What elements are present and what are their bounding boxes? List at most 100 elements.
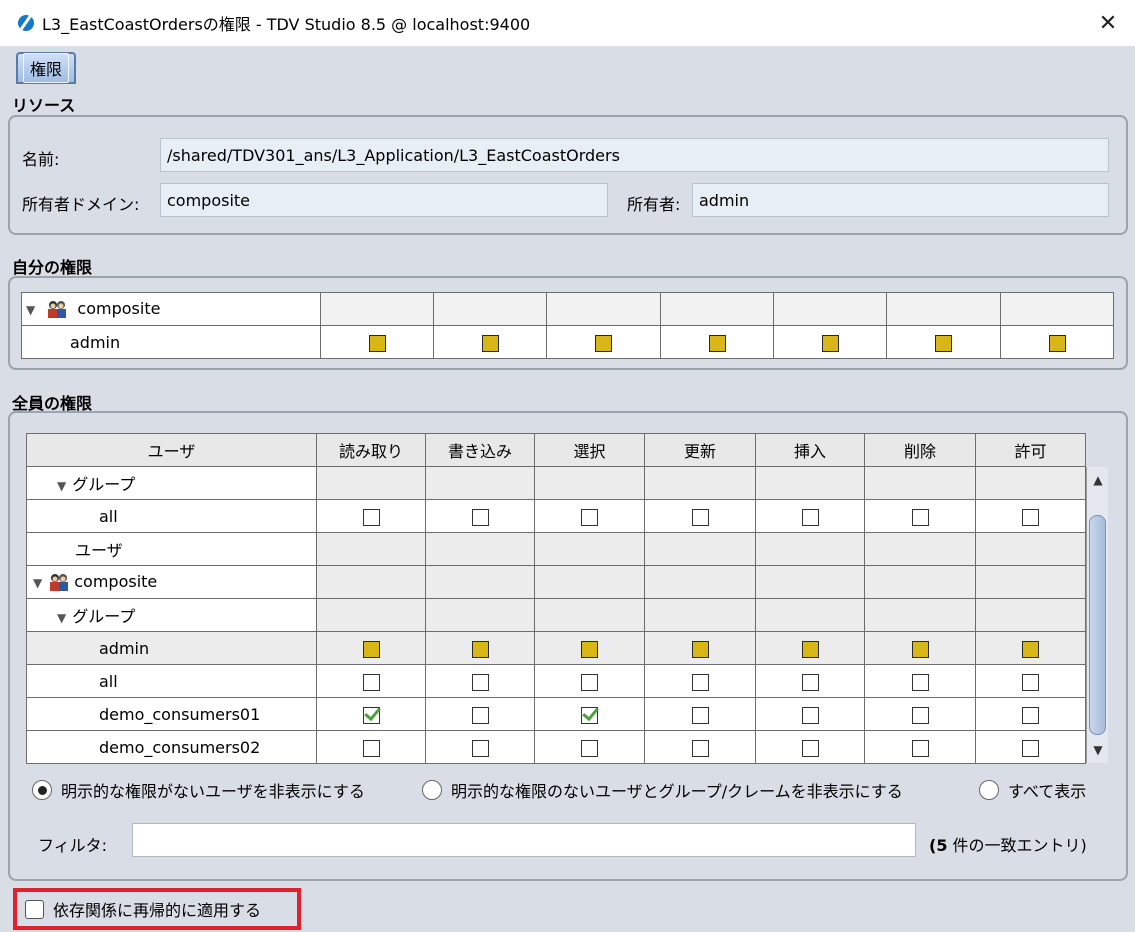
my-permissions-table: ▼ composite admin xyxy=(21,292,1114,359)
table-row[interactable]: demo_consumers01 xyxy=(26,697,1086,731)
permission-checkbox[interactable] xyxy=(691,673,709,691)
permission-checkbox[interactable] xyxy=(581,739,598,757)
permission-checkbox[interactable] xyxy=(471,508,489,526)
tree-node--[interactable]: ▼ グループ xyxy=(26,466,317,500)
tree-node-demo-consumers02[interactable]: demo_consumers02 xyxy=(26,730,317,764)
permission-checkbox[interactable] xyxy=(1022,640,1039,658)
expand-triangle-icon[interactable]: ▼ xyxy=(57,611,66,625)
permission-checkbox[interactable] xyxy=(1022,739,1039,757)
table-row[interactable]: demo_consumers02 xyxy=(26,730,1086,764)
permission-checkbox[interactable] xyxy=(691,640,709,658)
permission-checkbox[interactable] xyxy=(801,739,819,757)
permission-checkbox[interactable] xyxy=(1022,508,1039,526)
tree-node--[interactable]: ユーザ xyxy=(26,532,317,566)
table-row[interactable]: ▼ グループ xyxy=(26,598,1086,632)
permission-checkbox[interactable] xyxy=(801,706,819,724)
permission-checkbox[interactable] xyxy=(362,673,380,691)
permission-checkbox[interactable] xyxy=(581,508,598,526)
permission-checkbox[interactable] xyxy=(368,334,386,352)
tree-node--[interactable]: ▼ グループ xyxy=(26,598,317,632)
permission-checkbox[interactable] xyxy=(362,706,380,724)
filter-input[interactable] xyxy=(132,823,916,857)
name-field[interactable]: /shared/TDV301_ans/L3_Application/L3_Eas… xyxy=(160,138,1109,172)
permission-checkbox[interactable] xyxy=(581,640,598,658)
permission-checkbox[interactable] xyxy=(471,673,489,691)
radio-button[interactable] xyxy=(422,780,442,800)
permission-checkbox[interactable] xyxy=(581,673,598,691)
radio-button-selected[interactable] xyxy=(32,780,52,800)
column-header-delete[interactable]: 削除 xyxy=(864,433,976,467)
column-header-insert[interactable]: 挿入 xyxy=(755,433,865,467)
permission-checkbox[interactable] xyxy=(911,739,929,757)
table-row[interactable]: all xyxy=(26,664,1086,698)
column-header-write[interactable]: 書き込み xyxy=(425,433,535,467)
radio-button[interactable] xyxy=(979,780,999,800)
tab-permissions-label: 権限 xyxy=(22,53,69,83)
permission-checkbox[interactable] xyxy=(821,334,839,352)
permission-checkbox[interactable] xyxy=(801,640,819,658)
permission-checkbox[interactable] xyxy=(471,640,489,658)
table-row[interactable]: ▼ composite xyxy=(21,292,1114,326)
permission-checkbox[interactable] xyxy=(1048,334,1066,352)
permission-checkbox[interactable] xyxy=(801,673,819,691)
tab-permissions[interactable]: 権限 xyxy=(16,52,76,84)
radio-hide-users-without-perms[interactable]: 明示的な権限がないユーザを非表示にする xyxy=(32,778,365,802)
tree-node-admin[interactable]: admin xyxy=(26,631,317,665)
permission-checkbox[interactable] xyxy=(801,508,819,526)
table-row[interactable]: admin xyxy=(21,325,1114,359)
permission-checkbox[interactable] xyxy=(911,706,929,724)
permission-checkbox[interactable] xyxy=(911,640,929,658)
tree-node-admin[interactable]: admin xyxy=(21,325,321,359)
recursive-apply-checkbox[interactable]: 依存関係に再帰的に適用する xyxy=(13,888,301,930)
permission-checkbox[interactable] xyxy=(691,739,709,757)
app-logo-icon xyxy=(18,15,34,31)
permission-checkbox[interactable] xyxy=(362,640,380,658)
table-row[interactable]: all xyxy=(26,499,1086,533)
table-row[interactable]: ▼ composite xyxy=(26,565,1086,599)
permission-checkbox[interactable] xyxy=(595,334,612,352)
permission-checkbox[interactable] xyxy=(1022,706,1039,724)
permission-checkbox[interactable] xyxy=(362,508,380,526)
scroll-up-icon[interactable]: ▲ xyxy=(1087,469,1109,491)
tree-node-composite[interactable]: ▼ composite xyxy=(26,565,317,599)
permission-checkbox[interactable] xyxy=(481,334,499,352)
table-row[interactable]: ▼ グループ xyxy=(26,466,1086,500)
owner-field[interactable]: admin xyxy=(692,183,1109,217)
vertical-scrollbar[interactable]: ▲ ▼ xyxy=(1086,467,1108,763)
expand-triangle-icon[interactable]: ▼ xyxy=(26,303,35,317)
permission-checkbox[interactable] xyxy=(471,739,489,757)
permission-checkbox[interactable] xyxy=(581,706,598,724)
owner-domain-field[interactable]: composite xyxy=(160,183,608,217)
close-button[interactable]: ✕ xyxy=(1091,6,1125,40)
tree-node-all[interactable]: all xyxy=(26,499,317,533)
radio-label: 明示的な権限がないユーザを非表示にする xyxy=(61,782,365,801)
permission-checkbox[interactable] xyxy=(691,508,709,526)
column-header-user[interactable]: ユーザ xyxy=(26,433,317,467)
table-row[interactable]: admin xyxy=(26,631,1086,665)
table-row[interactable]: ユーザ xyxy=(26,532,1086,566)
permission-checkbox[interactable] xyxy=(911,508,929,526)
expand-triangle-icon[interactable]: ▼ xyxy=(57,479,66,493)
permission-checkbox[interactable] xyxy=(471,706,489,724)
permission-checkbox[interactable] xyxy=(362,739,380,757)
column-header-grant[interactable]: 許可 xyxy=(975,433,1086,467)
permission-checkbox[interactable] xyxy=(708,334,726,352)
scroll-thumb[interactable] xyxy=(1089,515,1106,735)
permission-checkbox[interactable] xyxy=(1022,673,1039,691)
column-header-read[interactable]: 読み取り xyxy=(316,433,426,467)
radio-label: すべて表示 xyxy=(1008,782,1087,801)
radio-show-all[interactable]: すべて表示 xyxy=(979,778,1086,802)
column-header-update[interactable]: 更新 xyxy=(644,433,756,467)
expand-triangle-icon[interactable]: ▼ xyxy=(33,576,42,590)
permission-checkbox[interactable] xyxy=(691,706,709,724)
column-header-select[interactable]: 選択 xyxy=(534,433,645,467)
tree-node-composite[interactable]: ▼ composite xyxy=(21,292,321,326)
tree-node-all[interactable]: all xyxy=(26,664,317,698)
radio-hide-users-and-groups[interactable]: 明示的な権限のないユーザとグループ/クレームを非表示にする xyxy=(422,778,903,802)
scroll-down-icon[interactable]: ▼ xyxy=(1087,739,1109,761)
permission-checkbox[interactable] xyxy=(911,673,929,691)
tree-node-demo-consumers01[interactable]: demo_consumers01 xyxy=(26,697,317,731)
checkbox[interactable] xyxy=(25,899,44,919)
match-count-text: 件の一致エントリ) xyxy=(947,836,1087,855)
permission-checkbox[interactable] xyxy=(935,334,952,352)
